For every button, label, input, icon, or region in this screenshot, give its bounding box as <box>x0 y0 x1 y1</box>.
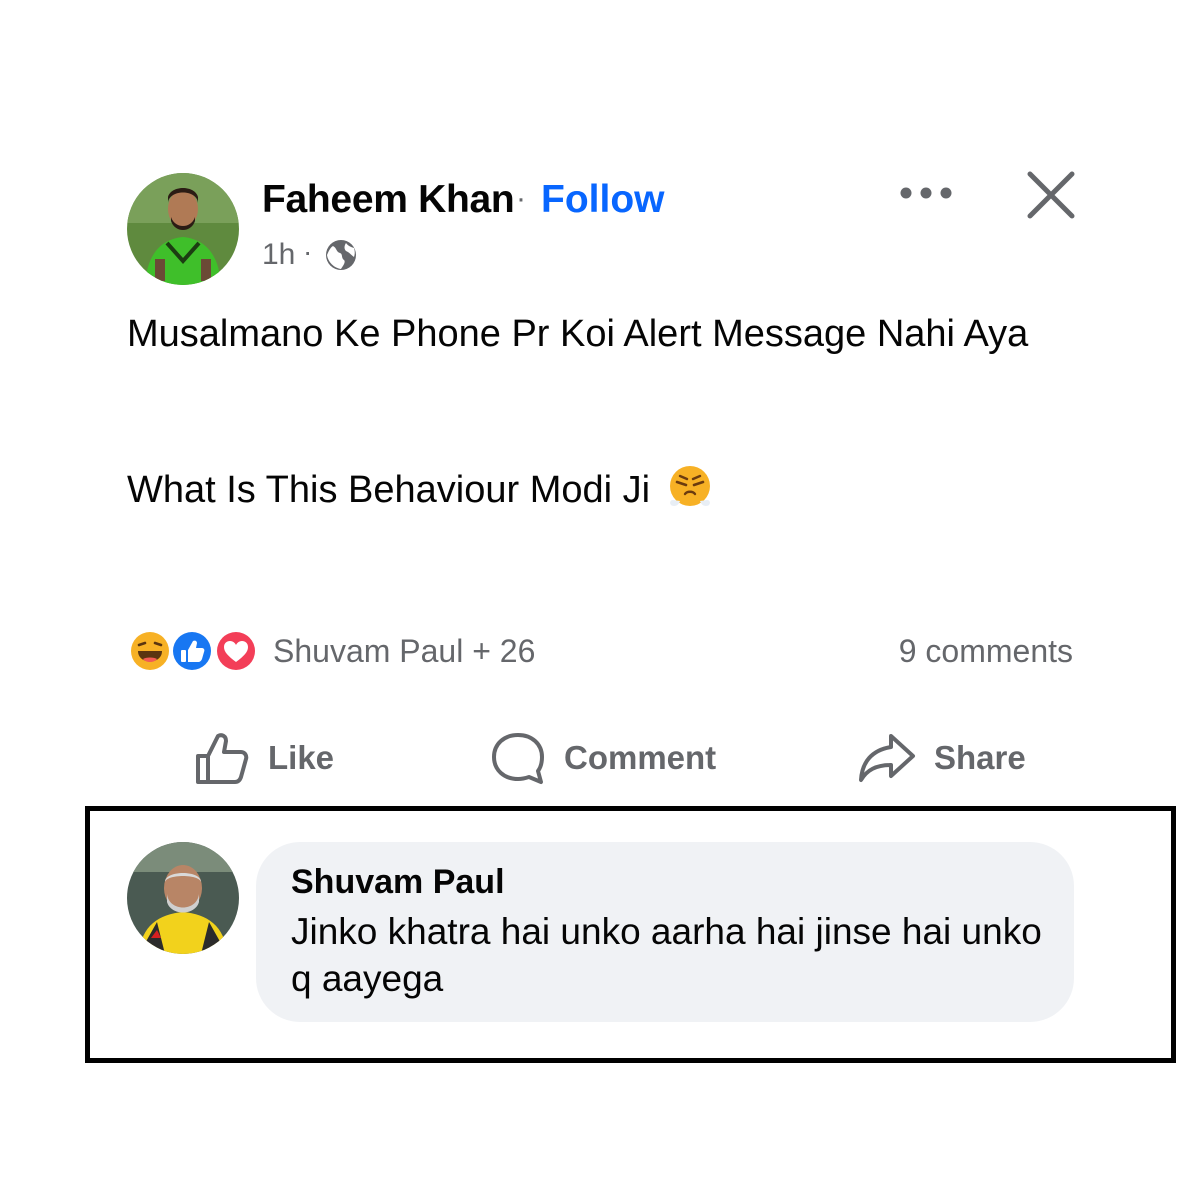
globe-icon <box>324 238 358 272</box>
reaction-icons[interactable] <box>126 627 266 675</box>
post-time[interactable]: 1h <box>262 238 295 272</box>
comment-text: Jinko khatra hai unko aarha hai jinse ha… <box>291 911 1042 999</box>
meta-separator: · <box>303 236 313 267</box>
author-avatar[interactable] <box>127 173 239 285</box>
comment-label: Comment <box>564 739 717 776</box>
post-text-line2: What Is This Behaviour Modi Ji <box>127 469 651 511</box>
comments-count[interactable]: 9 comments <box>899 633 1073 670</box>
haha-reaction-icon <box>128 629 172 673</box>
post-text-line2-row: What Is This Behaviour Modi Ji <box>127 464 1087 517</box>
follow-button[interactable]: Follow <box>541 178 664 222</box>
commenter-name[interactable]: Shuvam Paul <box>291 863 505 902</box>
share-arrow-icon <box>859 734 915 782</box>
share-label: Share <box>934 739 1026 776</box>
like-reaction-icon <box>170 629 214 673</box>
comment-button[interactable]: Comment <box>490 728 716 788</box>
share-button[interactable]: Share <box>858 728 1026 788</box>
close-icon[interactable] <box>1026 170 1076 220</box>
comment-bubble-icon <box>492 733 544 784</box>
thumbs-up-icon <box>196 733 249 784</box>
author-name[interactable]: Faheem Khan <box>262 178 515 222</box>
huffing-face-emoji <box>667 464 713 510</box>
like-label: Like <box>268 739 335 776</box>
more-options-icon[interactable] <box>898 178 958 208</box>
like-button[interactable]: Like <box>194 728 334 788</box>
post-text-line1: Musalmano Ke Phone Pr Koi Alert Message … <box>127 313 1029 355</box>
commenter-avatar[interactable] <box>127 842 239 954</box>
name-separator: · <box>516 182 526 215</box>
reactions-summary[interactable]: Shuvam Paul + 26 <box>273 633 535 670</box>
love-reaction-icon <box>214 629 258 673</box>
